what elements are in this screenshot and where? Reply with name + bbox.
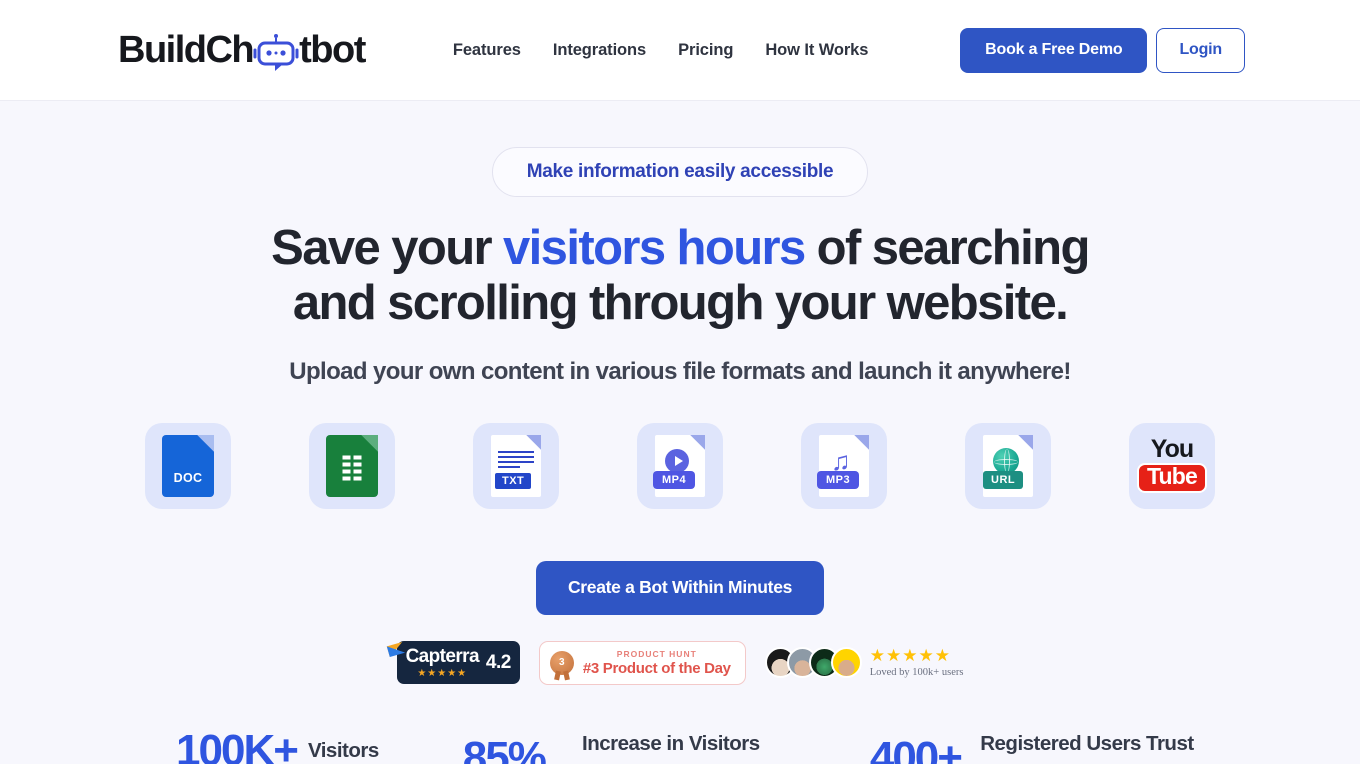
stat-number: 100K+ [176, 725, 299, 764]
page-title: Save your visitors hours of searching an… [230, 221, 1130, 331]
format-tile-mp4[interactable]: MP4 [637, 422, 723, 509]
globe-icon [993, 447, 1019, 474]
logo-text: BuildCh tbot [118, 29, 366, 72]
loved-by-caption: Loved by 100k+ users [869, 667, 964, 679]
music-note-icon: ♫ [831, 445, 851, 476]
cta-container: Create a Bot Within Minutes [0, 560, 1360, 615]
create-bot-button[interactable]: Create a Bot Within Minutes [535, 560, 825, 615]
product-hunt-badge[interactable]: 3 PRODUCT HUNT #3 Product of the Day [538, 640, 746, 685]
format-tile-youtube[interactable]: You Tube [1129, 422, 1215, 509]
capterra-stars: ★★★★★ [417, 668, 468, 680]
mp3-label: MP3 [817, 470, 860, 489]
nav-item-how-it-works[interactable]: How It Works [765, 41, 868, 60]
product-hunt-kicker: PRODUCT HUNT [616, 648, 697, 659]
stat-number: 85% [462, 733, 547, 764]
youtube-tube-text: Tube [1136, 463, 1208, 494]
logo-text-after: tbot [299, 29, 366, 71]
mp4-file-icon: MP4 [653, 434, 705, 497]
url-label: URL [983, 470, 1024, 489]
stat-label: Visitors [307, 738, 379, 762]
youtube-icon: You Tube [1136, 435, 1208, 494]
format-tile-spreadsheet[interactable] [309, 422, 395, 509]
main-nav: Features Integrations Pricing How It Wor… [453, 41, 869, 60]
play-icon [665, 448, 689, 473]
doc-label: DOC [173, 470, 203, 485]
format-tile-url[interactable]: URL [965, 422, 1051, 509]
hero-subtitle: Upload your own content in various file … [289, 357, 1071, 385]
hero-badge: Make information easily accessible [491, 147, 869, 197]
login-button[interactable]: Login [1156, 27, 1245, 73]
medal-icon: 3 [549, 650, 574, 675]
rating-stars: ★★★★★ [869, 646, 951, 666]
logo[interactable]: BuildCh tbot [118, 29, 366, 72]
capterra-flag-icon [386, 642, 405, 658]
book-demo-button[interactable]: Book a Free Demo [960, 27, 1148, 73]
social-proof-row: Capterra ★★★★★ 4.2 3 PRODUCT HUNT #3 Pro… [0, 640, 1360, 685]
url-file-icon: URL [983, 434, 1033, 497]
loved-by-users-badge: ★★★★★ Loved by 100k+ users [764, 646, 964, 679]
header-actions: Book a Free Demo Login [960, 27, 1245, 73]
site-header: BuildCh tbot Features Integrations Prici… [0, 0, 1360, 101]
robot-head-icon [253, 32, 299, 72]
avatar [830, 647, 862, 679]
headline-highlight: visitors hours [503, 221, 806, 275]
capterra-score: 4.2 [485, 652, 511, 674]
nav-item-features[interactable]: Features [453, 41, 521, 60]
youtube-you-text: You [1150, 435, 1194, 464]
stat-label: Increase in Visitors Engagement [582, 731, 760, 764]
format-tile-txt[interactable]: TXT [473, 422, 559, 509]
avatar-group [764, 647, 862, 679]
txt-label: TXT [495, 472, 532, 489]
stat-visitors: 100K+ Visitors [176, 725, 379, 764]
txt-file-icon: TXT [491, 434, 541, 497]
nav-item-integrations[interactable]: Integrations [553, 41, 646, 60]
stat-registered-users: 400+ Registered Users Trust Build Chatbo… [870, 729, 1202, 764]
logo-text-before: BuildCh [118, 29, 255, 71]
doc-file-icon: DOC [162, 434, 214, 497]
format-tile-mp3[interactable]: ♫ MP3 [801, 422, 887, 509]
hero-section: Make information easily accessible Save … [0, 101, 1360, 764]
stat-label: Registered Users Trust Build Chatbot [980, 731, 1194, 764]
stat-number: 400+ [869, 733, 963, 764]
product-hunt-title: #3 Product of the Day [582, 659, 731, 677]
capterra-badge[interactable]: Capterra ★★★★★ 4.2 [386, 641, 520, 685]
nav-item-pricing[interactable]: Pricing [678, 41, 733, 60]
spreadsheet-file-icon [326, 434, 378, 497]
stats-row: 100K+ Visitors 85% Increase in Visitors … [0, 725, 1360, 764]
format-tile-doc[interactable]: DOC [145, 422, 231, 509]
capterra-name: Capterra [405, 646, 480, 668]
mp3-file-icon: ♫ MP3 [817, 434, 869, 497]
headline-part-1: Save your [271, 221, 504, 275]
stat-engagement: 85% Increase in Visitors Engagement [463, 729, 786, 764]
mp4-label: MP4 [653, 470, 696, 489]
supported-formats-row: DOC TXT MP4 ♫ MP3 URL You Tube [0, 422, 1360, 509]
